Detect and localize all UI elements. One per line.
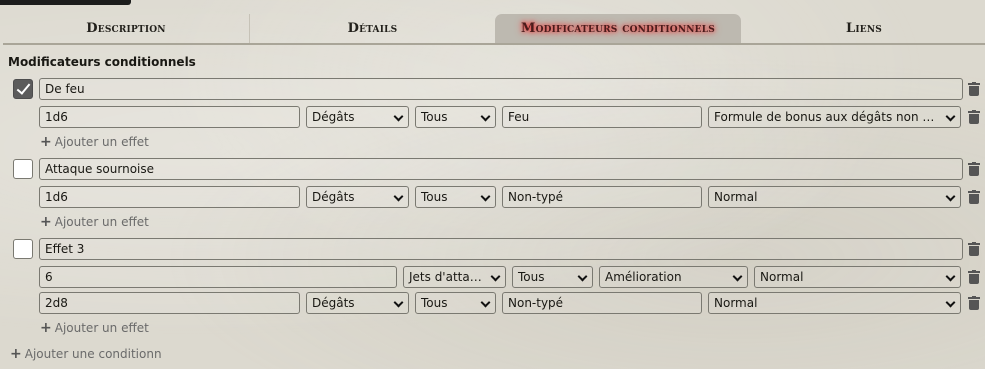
add-effect-label: Ajouter un effet xyxy=(54,135,149,149)
condition-3-effect-1-target-select[interactable]: Jets d'attaque xyxy=(403,266,506,288)
select-value: Normal xyxy=(760,270,804,284)
select-value: Dégâts xyxy=(312,110,355,124)
plus-icon: + xyxy=(40,320,52,336)
trash-icon[interactable] xyxy=(968,270,980,284)
select-value: Normal xyxy=(714,296,758,310)
condition-2-effect-1-critical-select[interactable]: Normal xyxy=(708,186,961,208)
select-value: Amélioration xyxy=(605,270,682,284)
select-value: Dégâts xyxy=(312,296,355,310)
add-effect-button[interactable]: + Ajouter un effet xyxy=(40,214,149,230)
condition-3-effect-2-target-select[interactable]: Dégâts xyxy=(306,292,409,314)
tab-details[interactable]: Détails xyxy=(249,14,495,43)
trash-icon[interactable] xyxy=(968,296,980,310)
condition-3-effect-1-type-select[interactable]: Amélioration xyxy=(599,266,748,288)
add-effect-button[interactable]: + Ajouter un effet xyxy=(40,320,149,336)
trash-icon[interactable] xyxy=(968,110,980,124)
condition-2-name-input[interactable]: Attaque sournoise xyxy=(39,158,963,180)
condition-1-effect-1-target-select[interactable]: Dégâts xyxy=(306,106,409,128)
add-effect-label: Ajouter un effet xyxy=(54,215,149,229)
condition-1-checkbox[interactable] xyxy=(13,79,33,99)
condition-3-checkbox[interactable] xyxy=(13,239,33,259)
select-value: Tous xyxy=(421,190,448,204)
add-effect-label: Ajouter un effet xyxy=(54,321,149,335)
trash-icon[interactable] xyxy=(968,190,980,204)
condition-2-checkbox[interactable] xyxy=(13,159,33,179)
tab-links[interactable]: Liens xyxy=(741,14,985,43)
select-value: Jets d'attaque xyxy=(409,270,493,284)
condition-1-effect-1-subtarget-select[interactable]: Tous xyxy=(415,106,496,128)
trash-icon[interactable] xyxy=(968,82,980,96)
condition-1-effect-1-type-input[interactable]: Feu xyxy=(502,106,702,128)
condition-3-effect-2-formula-input[interactable]: 2d8 xyxy=(39,292,300,314)
add-effect-button[interactable]: + Ajouter un effet xyxy=(40,134,149,150)
condition-1-name-input[interactable]: De feu xyxy=(39,78,963,100)
plus-icon: + xyxy=(40,214,52,230)
tab-conditional-modifiers[interactable]: Modificateurs conditionnels xyxy=(495,14,741,43)
condition-3-effect-2-critical-select[interactable]: Normal xyxy=(708,292,961,314)
add-condition-button[interactable]: + Ajouter une conditionn xyxy=(10,346,162,362)
condition-3-name-input[interactable]: Effet 3 xyxy=(39,238,963,260)
condition-3-effect-1-subtarget-select[interactable]: Tous xyxy=(512,266,593,288)
select-value: Tous xyxy=(421,296,448,310)
select-value: Formule de bonus aux dégâts non critique xyxy=(714,110,961,124)
condition-2-effect-1-formula-input[interactable]: 1d6 xyxy=(39,186,300,208)
plus-icon: + xyxy=(10,346,22,362)
select-value: Dégâts xyxy=(312,190,355,204)
condition-2-effect-1-target-select[interactable]: Dégâts xyxy=(306,186,409,208)
select-value: Normal xyxy=(714,190,758,204)
condition-2-effect-1-type-input[interactable]: Non-typé xyxy=(502,186,702,208)
select-value: Tous xyxy=(421,110,448,124)
plus-icon: + xyxy=(40,134,52,150)
header-image-strip xyxy=(0,0,131,5)
condition-2-effect-1-subtarget-select[interactable]: Tous xyxy=(415,186,496,208)
condition-1-effect-1-critical-select[interactable]: Formule de bonus aux dégâts non critique xyxy=(708,106,961,128)
trash-icon[interactable] xyxy=(968,162,980,176)
trash-icon[interactable] xyxy=(968,242,980,256)
section-title: Modificateurs conditionnels xyxy=(8,55,196,69)
condition-3-effect-1-formula-input[interactable]: 6 xyxy=(39,266,397,288)
select-value: Tous xyxy=(518,270,545,284)
condition-3-effect-2-type-input[interactable]: Non-typé xyxy=(502,292,702,314)
condition-3-effect-2-subtarget-select[interactable]: Tous xyxy=(415,292,496,314)
tab-bar: Description Détails Modificateurs condit… xyxy=(3,14,985,45)
add-condition-label: Ajouter une conditionn xyxy=(24,347,162,361)
tab-description[interactable]: Description xyxy=(3,14,249,43)
condition-1-effect-1-formula-input[interactable]: 1d6 xyxy=(39,106,300,128)
condition-3-effect-1-critical-select[interactable]: Normal xyxy=(754,266,961,288)
